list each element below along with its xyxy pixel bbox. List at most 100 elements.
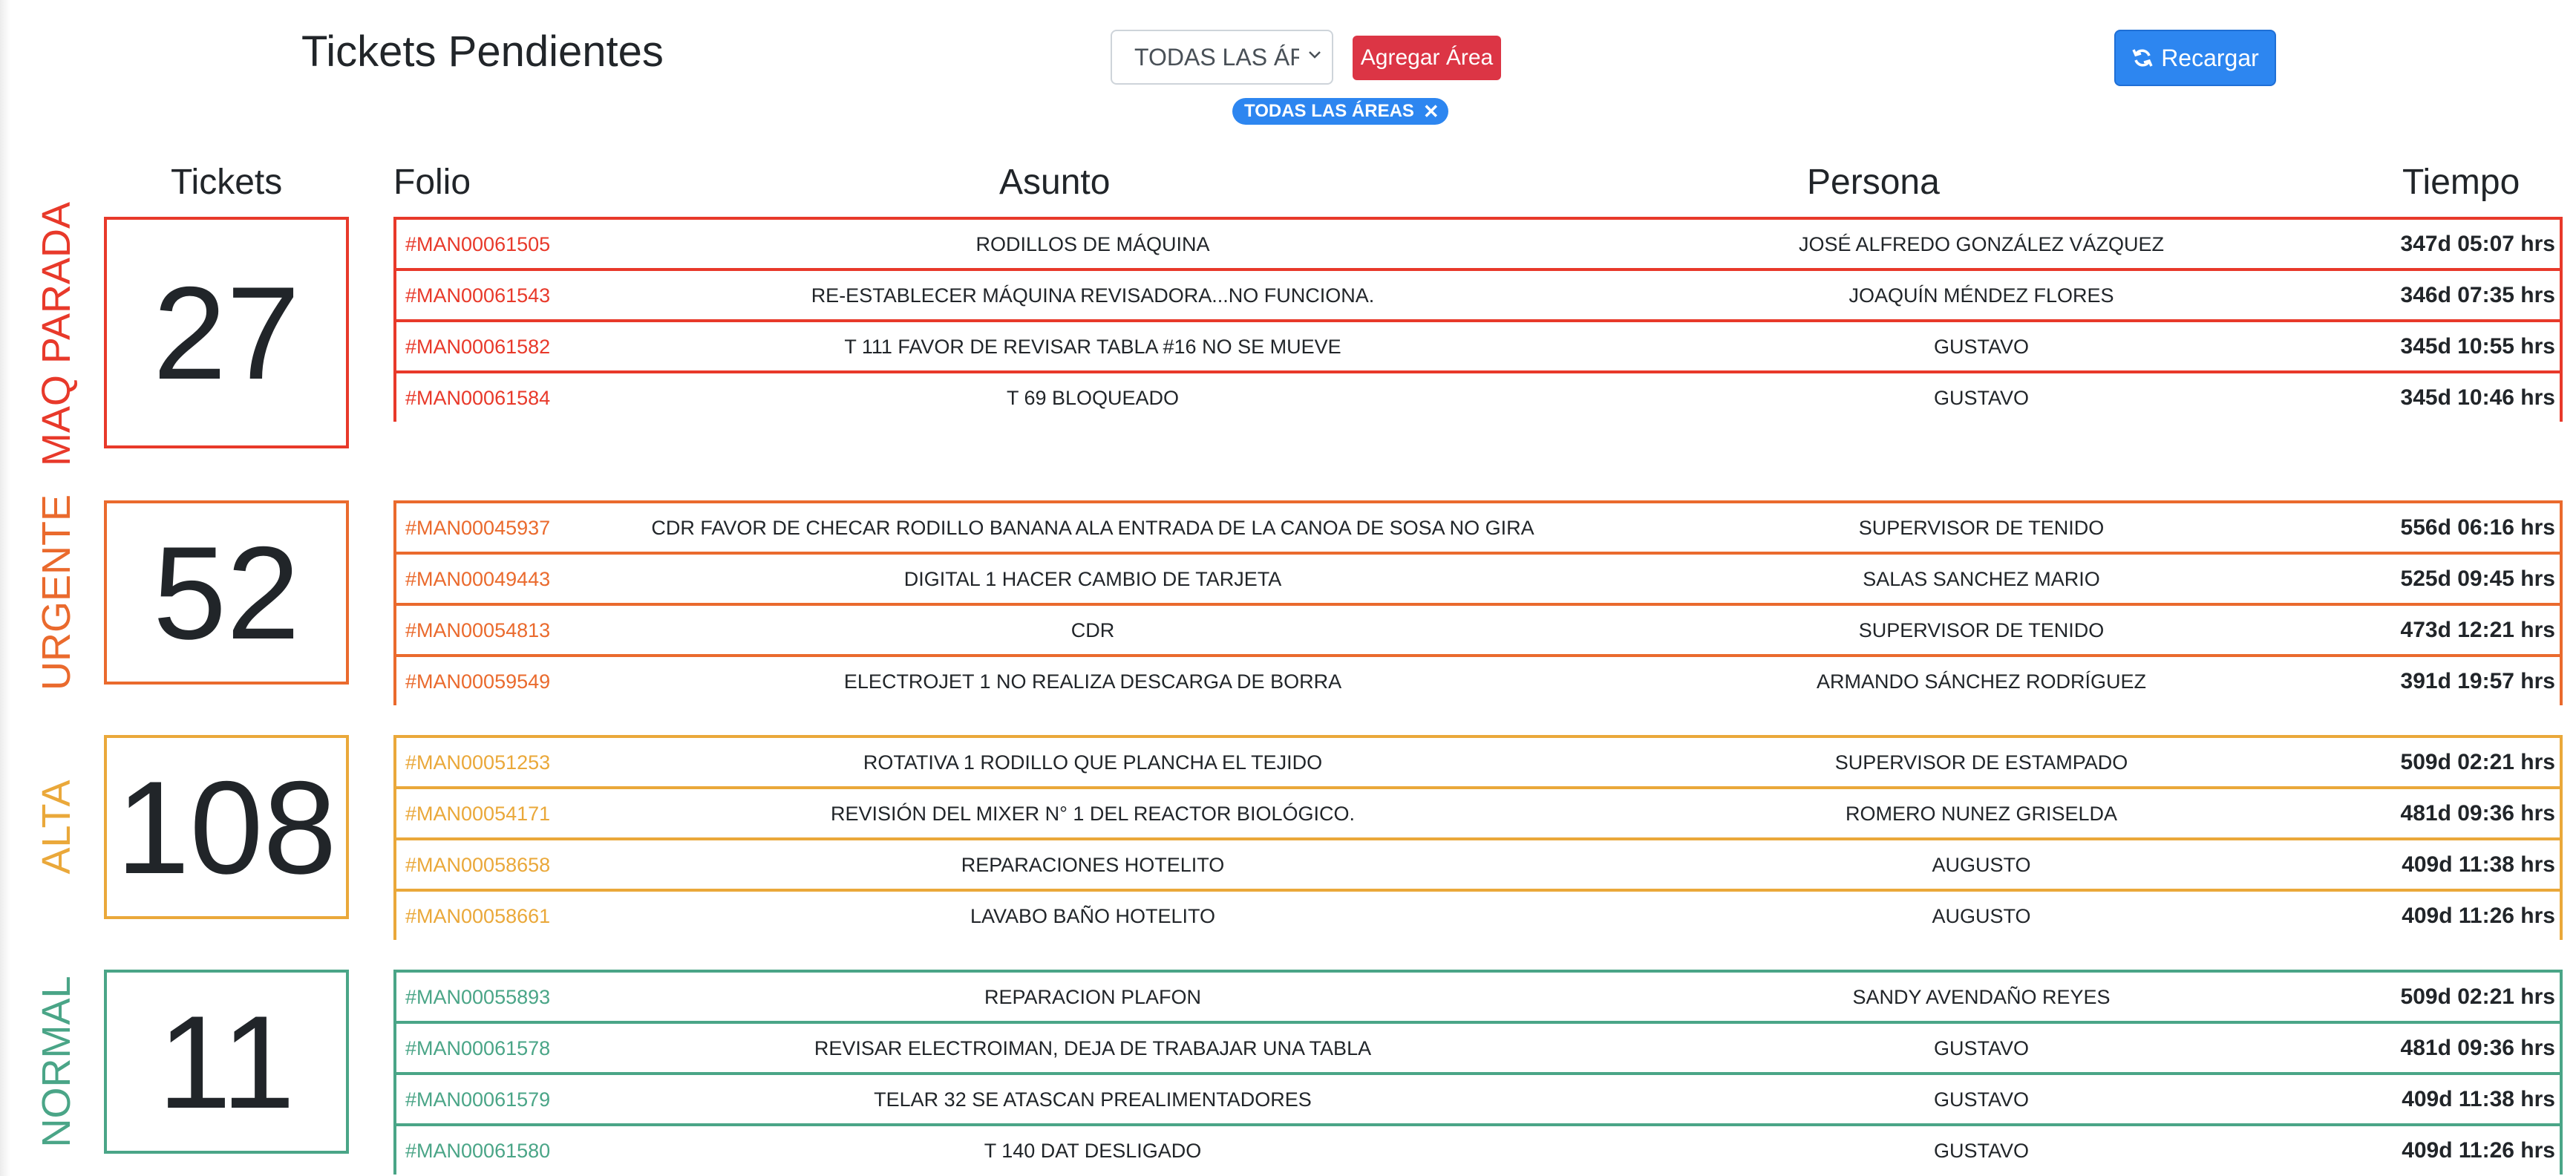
table-row[interactable]: #MAN00054813 CDR SUPERVISOR DE TENIDO 47… [393, 603, 2563, 654]
ticket-count-alta: 108 [104, 735, 349, 919]
chevron-down-icon [1309, 51, 1321, 59]
ticket-folio-link[interactable]: #MAN00059549 [405, 670, 550, 693]
ticket-person: GUSTAVO [1933, 1140, 2029, 1162]
ticket-person: GUSTAVO [1933, 1037, 2029, 1059]
ticket-time: 345d 10:55 hrs [2400, 334, 2555, 359]
ticket-person: SUPERVISOR DE TENIDO [1858, 619, 2105, 641]
ticket-person: SUPERVISOR DE ESTAMPADO [1834, 751, 2128, 774]
table-row[interactable]: #MAN00061505 RODILLOS DE MÁQUINA JOSÉ AL… [393, 217, 2563, 268]
table-row[interactable]: #MAN00061580 T 140 DAT DESLIGADO GUSTAVO… [393, 1123, 2563, 1175]
chip-close-icon[interactable]: ✕ [1423, 100, 1439, 123]
area-select-value: TODAS LAS ÁREAS [1134, 43, 1299, 71]
ticket-folio-link[interactable]: #MAN00049443 [405, 568, 550, 591]
column-header-tickets: Tickets [171, 163, 283, 202]
ticket-person: AUGUSTO [1932, 905, 2031, 927]
ticket-subject: CDR FAVOR DE CHECAR RODILLO BANANA ALA E… [651, 517, 1534, 539]
table-row[interactable]: #MAN00045937 CDR FAVOR DE CHECAR RODILLO… [393, 500, 2563, 552]
left-edge-shadow [0, 0, 10, 1176]
ticket-time: 347d 05:07 hrs [2400, 232, 2555, 256]
ticket-folio-link[interactable]: #MAN00058658 [405, 854, 550, 877]
ticket-folio-link[interactable]: #MAN00058661 [405, 905, 550, 928]
ticket-person: GUSTAVO [1933, 387, 2029, 409]
ticket-folio-link[interactable]: #MAN00061584 [405, 387, 550, 410]
table-row[interactable]: #MAN00061582 T 111 FAVOR DE REVISAR TABL… [393, 319, 2563, 370]
table-row[interactable]: #MAN00058658 REPARACIONES HOTELITO AUGUS… [393, 837, 2563, 889]
ticket-folio-link[interactable]: #MAN00061580 [405, 1140, 550, 1163]
ticket-subject: ELECTROJET 1 NO REALIZA DESCARGA DE BORR… [843, 670, 1342, 693]
table-row[interactable]: #MAN00049443 DIGITAL 1 HACER CAMBIO DE T… [393, 552, 2563, 603]
ticket-list-urgente: #MAN00045937 CDR FAVOR DE CHECAR RODILLO… [393, 500, 2563, 705]
ticket-person: AUGUSTO [1932, 854, 2031, 876]
ticket-person: SUPERVISOR DE TENIDO [1858, 517, 2105, 539]
table-row[interactable]: #MAN00061578 REVISAR ELECTROIMAN, DEJA D… [393, 1021, 2563, 1072]
ticket-subject: RE-ESTABLECER MÁQUINA REVISADORA...NO FU… [811, 284, 1375, 307]
ticket-subject: CDR [1070, 619, 1115, 641]
ticket-folio-link[interactable]: #MAN00051253 [405, 751, 550, 774]
table-row[interactable]: #MAN00061543 RE-ESTABLECER MÁQUINA REVIS… [393, 268, 2563, 319]
ticket-subject: REPARACIONES HOTELITO [961, 854, 1225, 876]
column-header-asunto: Asunto [999, 163, 1111, 202]
ticket-count-normal: 11 [104, 970, 349, 1154]
ticket-subject: REVISIÓN DEL MIXER N° 1 DEL REACTOR BIOL… [831, 803, 1355, 825]
column-header-folio: Folio [393, 163, 471, 202]
ticket-time: 481d 09:36 hrs [2400, 1036, 2555, 1060]
ticket-person: GUSTAVO [1933, 336, 2029, 358]
ticket-subject: RODILLOS DE MÁQUINA [975, 233, 1210, 255]
ticket-time: 345d 10:46 hrs [2400, 385, 2555, 410]
area-select[interactable]: TODAS LAS ÁREAS [1111, 30, 1333, 85]
area-filter-chip: TODAS LAS ÁREAS ✕ [1232, 98, 1448, 125]
reload-button[interactable]: Recargar [2114, 30, 2276, 86]
ticket-time: 409d 11:26 hrs [2402, 904, 2555, 928]
ticket-folio-link[interactable]: #MAN00061579 [405, 1088, 550, 1111]
ticket-subject: T 111 FAVOR DE REVISAR TABLA #16 NO SE M… [844, 336, 1341, 358]
ticket-subject: LAVABO BAÑO HOTELITO [970, 905, 1216, 927]
table-row[interactable]: #MAN00059549 ELECTROJET 1 NO REALIZA DES… [393, 654, 2563, 705]
ticket-subject: T 140 DAT DESLIGADO [984, 1140, 1202, 1162]
ticket-person: ARMANDO SÁNCHEZ RODRÍGUEZ [1816, 670, 2147, 693]
page-title: Tickets Pendientes [301, 27, 664, 76]
ticket-subject: DIGITAL 1 HACER CAMBIO DE TARJETA [903, 568, 1282, 590]
ticket-time: 509d 02:21 hrs [2400, 750, 2555, 774]
ticket-list-maq-parada: #MAN00061505 RODILLOS DE MÁQUINA JOSÉ AL… [393, 217, 2563, 422]
ticket-time: 409d 11:38 hrs [2402, 852, 2555, 877]
chip-label: TODAS LAS ÁREAS [1244, 101, 1414, 121]
ticket-folio-link[interactable]: #MAN00061578 [405, 1037, 550, 1060]
table-row[interactable]: #MAN00051253 ROTATIVA 1 RODILLO QUE PLAN… [393, 735, 2563, 786]
ticket-count-urgente: 52 [104, 500, 349, 685]
table-row[interactable]: #MAN00058661 LAVABO BAÑO HOTELITO AUGUST… [393, 889, 2563, 940]
ticket-person: SALAS SANCHEZ MARIO [1863, 568, 2100, 590]
ticket-folio-link[interactable]: #MAN00054171 [405, 803, 550, 826]
ticket-folio-link[interactable]: #MAN00061505 [405, 233, 550, 256]
ticket-time: 409d 11:26 hrs [2402, 1138, 2555, 1163]
ticket-time: 556d 06:16 hrs [2400, 515, 2555, 540]
table-row[interactable]: #MAN00055893 REPARACION PLAFON SANDY AVE… [393, 970, 2563, 1021]
ticket-subject: TELAR 32 SE ATASCAN PREALIMENTADORES [874, 1088, 1312, 1111]
add-area-button[interactable]: Agregar Área [1353, 36, 1501, 80]
ticket-subject: T 69 BLOQUEADO [1006, 387, 1180, 409]
refresh-icon [2132, 49, 2153, 67]
ticket-time: 525d 09:45 hrs [2400, 566, 2555, 591]
ticket-person: GUSTAVO [1933, 1088, 2029, 1111]
ticket-list-alta: #MAN00051253 ROTATIVA 1 RODILLO QUE PLAN… [393, 735, 2563, 940]
column-header-persona: Persona [1807, 163, 1940, 202]
table-row[interactable]: #MAN00061584 T 69 BLOQUEADO GUSTAVO 345d… [393, 370, 2563, 422]
table-row[interactable]: #MAN00054171 REVISIÓN DEL MIXER N° 1 DEL… [393, 786, 2563, 837]
ticket-folio-link[interactable]: #MAN00061543 [405, 284, 550, 307]
ticket-count-maq-parada: 27 [104, 217, 349, 448]
ticket-time: 346d 07:35 hrs [2400, 283, 2555, 307]
ticket-subject: ROTATIVA 1 RODILLO QUE PLANCHA EL TEJIDO [863, 751, 1323, 774]
table-row[interactable]: #MAN00061579 TELAR 32 SE ATASCAN PREALIM… [393, 1072, 2563, 1123]
ticket-person: ROMERO NUNEZ GRISELDA [1845, 803, 2118, 825]
ticket-subject: REVISAR ELECTROIMAN, DEJA DE TRABAJAR UN… [814, 1037, 1372, 1059]
column-header-tiempo: Tiempo [2402, 163, 2520, 202]
ticket-person: SANDY AVENDAÑO REYES [1852, 986, 2111, 1008]
ticket-time: 409d 11:38 hrs [2402, 1087, 2555, 1111]
ticket-folio-link[interactable]: #MAN00045937 [405, 517, 550, 540]
ticket-time: 391d 19:57 hrs [2400, 669, 2555, 693]
ticket-folio-link[interactable]: #MAN00054813 [405, 619, 550, 642]
ticket-folio-link[interactable]: #MAN00061582 [405, 336, 550, 359]
ticket-folio-link[interactable]: #MAN00055893 [405, 986, 550, 1009]
ticket-person: JOSÉ ALFREDO GONZÁLEZ VÁZQUEZ [1798, 233, 2165, 255]
reload-label: Recargar [2161, 44, 2259, 71]
ticket-time: 509d 02:21 hrs [2400, 984, 2555, 1009]
